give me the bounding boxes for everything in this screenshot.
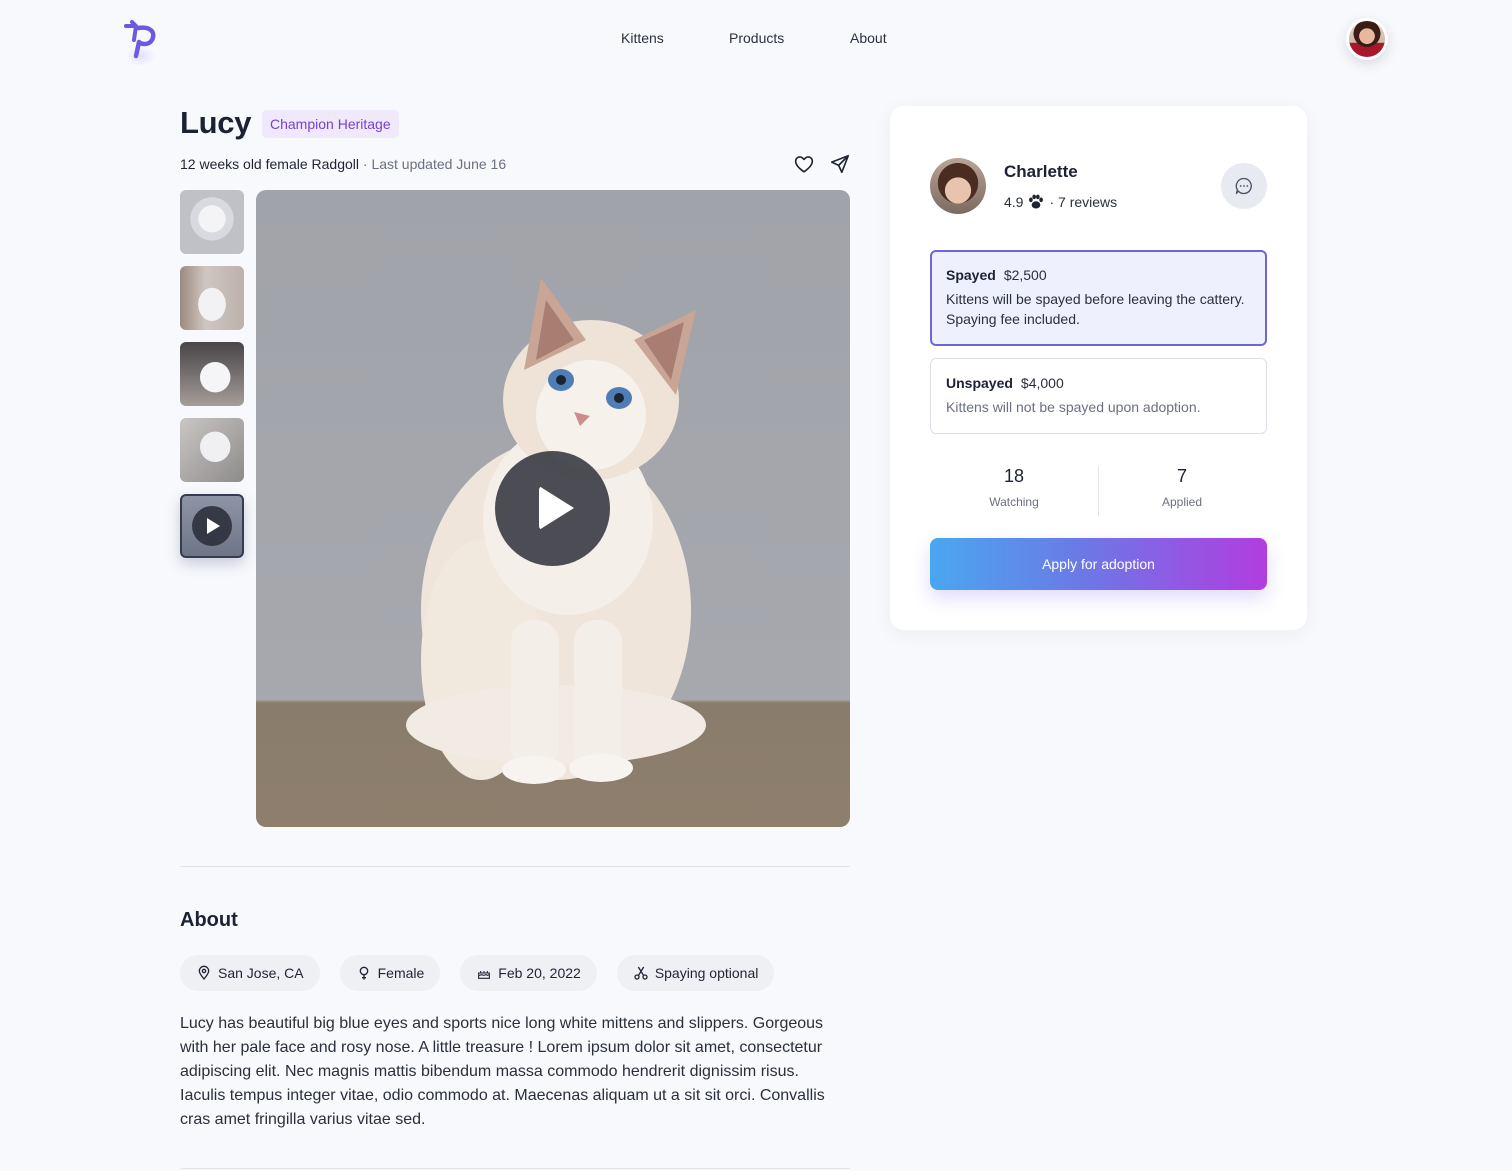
about-chips: San Jose, CA Female Feb 20, 2022 Spaying… xyxy=(180,955,775,991)
seller-rating: 4.9 · 7 reviews xyxy=(1004,194,1117,210)
heritage-badge: Champion Heritage xyxy=(262,110,399,138)
option-price: $4,000 xyxy=(1020,375,1064,391)
rating-value: 4.9 xyxy=(1004,194,1024,210)
option-text: Kittens will be spayed before leaving th… xyxy=(946,291,1245,327)
brand-logo[interactable] xyxy=(122,20,158,66)
adoption-card: Charlette 4.9 · 7 reviews Spayed $2,500 K… xyxy=(890,106,1307,630)
nav-products[interactable]: Products xyxy=(729,30,784,46)
apply-for-adoption-button[interactable]: Apply for adoption xyxy=(930,538,1267,590)
listing-subtitle: 12 weeks old female Radgoll · Last updat… xyxy=(180,156,506,172)
gallery-thumbnail-2[interactable] xyxy=(180,266,244,330)
gallery-thumbnail-1[interactable] xyxy=(180,190,244,254)
gender-label: Female xyxy=(377,965,425,981)
last-updated: Last updated June 16 xyxy=(371,156,507,172)
paw-icon xyxy=(1029,194,1044,209)
location-label: San Jose, CA xyxy=(218,965,304,981)
section-divider xyxy=(180,866,850,867)
chat-bubble-icon xyxy=(1235,177,1252,195)
section-divider-bottom xyxy=(180,1168,850,1169)
reviews-count[interactable]: · 7 reviews xyxy=(1049,194,1117,210)
gender-chip: Female xyxy=(339,955,441,991)
seller-avatar[interactable] xyxy=(930,158,986,214)
nav-about[interactable]: About xyxy=(850,30,887,46)
user-avatar-image xyxy=(1349,21,1385,57)
listing-description: 12 weeks old female Radgoll xyxy=(180,156,359,172)
gallery-thumbnail-3[interactable] xyxy=(180,342,244,406)
play-icon xyxy=(192,506,232,546)
spaying-chip: Spaying optional xyxy=(616,955,775,991)
cake-icon xyxy=(478,971,491,979)
listing-stats: 18 Watching 7 Applied xyxy=(930,466,1267,516)
location-chip: San Jose, CA xyxy=(180,955,320,991)
chat-button[interactable] xyxy=(1221,163,1267,209)
option-name: Spayed xyxy=(946,267,996,283)
play-video-button[interactable] xyxy=(495,451,610,566)
user-avatar[interactable] xyxy=(1346,18,1388,60)
location-pin-icon xyxy=(198,965,210,981)
about-heading: About xyxy=(180,909,238,931)
option-name: Unspayed xyxy=(946,375,1013,391)
birthday-chip: Feb 20, 2022 xyxy=(460,955,597,991)
stat-label: Watching xyxy=(989,495,1039,509)
spaying-label: Spaying optional xyxy=(654,965,759,981)
female-icon xyxy=(359,966,368,980)
page-title: Lucy xyxy=(180,105,252,140)
option-text: Kittens will not be spayed upon adoption… xyxy=(946,399,1201,415)
stat-value: 18 xyxy=(1003,466,1025,486)
option-spayed[interactable]: Spayed $2,500 Kittens will be spayed befo… xyxy=(930,250,1267,346)
stat-watching: 18 Watching xyxy=(930,466,1098,509)
gallery-thumbnail-video[interactable] xyxy=(180,494,244,558)
gallery-thumbnail-4[interactable] xyxy=(180,418,244,482)
favorite-heart-icon[interactable] xyxy=(793,153,815,175)
share-send-icon[interactable] xyxy=(829,153,851,175)
scissors-icon xyxy=(634,966,648,980)
stat-label: Applied xyxy=(1161,495,1203,509)
about-description: Lucy has beautiful big blue eyes and spo… xyxy=(180,1015,825,1128)
seller-name[interactable]: Charlette xyxy=(1004,162,1078,182)
nav-kittens[interactable]: Kittens xyxy=(621,30,664,46)
subtitle-separator: · xyxy=(359,156,372,172)
stat-value: 7 xyxy=(1176,466,1187,486)
option-price: $2,500 xyxy=(1003,267,1047,283)
birthday-label: Feb 20, 2022 xyxy=(498,965,581,981)
stat-applied: 7 Applied xyxy=(1098,466,1266,509)
option-unspayed[interactable]: Unspayed $4,000 Kittens will not be spaye… xyxy=(930,358,1267,434)
